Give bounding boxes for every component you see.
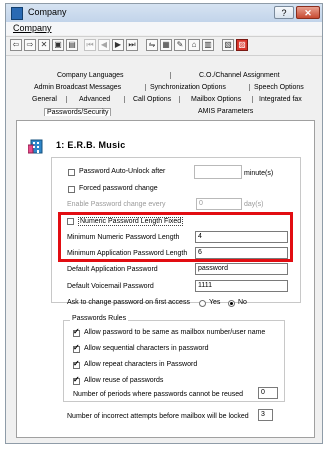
numeric-fixed-label: Numeric Password Length Fixed [78, 217, 184, 226]
tab-divider [66, 96, 67, 103]
default-vm-label: Default Voicemail Password [67, 283, 154, 290]
save-icon[interactable]: ▣ [52, 39, 64, 51]
forced-change-checkbox[interactable] [68, 186, 75, 193]
help-button[interactable]: ? [274, 6, 294, 19]
min-numeric-field[interactable]: 4 [195, 231, 288, 243]
window-title: Company [28, 7, 67, 17]
min-app-label: Minimum Application Password Length [67, 250, 188, 257]
tab-advanced[interactable]: Advanced [79, 96, 110, 103]
app-icon [11, 7, 23, 20]
edit-icon[interactable]: ✎ [174, 39, 186, 51]
enable-change-unit: day(s) [244, 201, 264, 208]
password-rules-title: Passwords Rules [70, 315, 129, 322]
tab-general[interactable]: General [32, 96, 57, 103]
min-app-field[interactable]: 6 [195, 247, 288, 259]
company-building-icon [28, 139, 43, 154]
tool-a-icon[interactable]: ⇦ [10, 39, 22, 51]
tab-co-channel[interactable]: C.O./Channel Assignment [199, 72, 280, 79]
tab-divider [179, 96, 180, 103]
default-app-field[interactable]: password [195, 263, 288, 275]
tab-admin-broadcast[interactable]: Admin Broadcast Messages [34, 84, 121, 91]
tab-integrated-fax[interactable]: Integrated fax [259, 96, 302, 103]
report-icon[interactable]: ▧ [222, 39, 234, 51]
menu-bar: Company [6, 22, 322, 35]
grid-icon[interactable]: ▦ [160, 39, 172, 51]
company-name-label: 1: E.R.B. Music [56, 140, 126, 150]
auto-unlock-checkbox[interactable] [68, 169, 75, 176]
default-app-label: Default Application Password [67, 266, 158, 273]
reuse-label: Allow reuse of passwords [84, 377, 164, 384]
ask-change-label: Ask to change password on first access [67, 299, 190, 306]
last-record-icon[interactable]: ⏭ [126, 39, 138, 51]
next-record-icon[interactable]: ▶ [112, 39, 124, 51]
tab-mailbox-options[interactable]: Mailbox Options [191, 96, 241, 103]
tab-speech-options[interactable]: Speech Options [254, 84, 304, 91]
tab-strip: Company Languages C.O./Channel Assignmen… [20, 53, 315, 121]
repeat-checkbox[interactable] [73, 359, 80, 369]
prev-record-icon[interactable]: ◀ [98, 39, 110, 51]
incorrect-attempts-label: Number of incorrect attempts before mail… [67, 413, 249, 420]
menu-company[interactable]: Company [13, 23, 52, 33]
tab-call-options[interactable]: Call Options [133, 96, 171, 103]
periods-label: Number of periods where passwords cannot… [73, 391, 244, 398]
enable-change-label: Enable Password change every [67, 201, 166, 208]
ask-yes-label: Yes [209, 299, 221, 306]
delete-icon[interactable]: ✕ [38, 39, 50, 51]
auto-unlock-label: Password Auto-Unlock after [79, 168, 166, 175]
tab-synchronization[interactable]: Synchronization Options [150, 84, 226, 91]
copy-icon[interactable]: ▤ [66, 39, 78, 51]
tab-passwords-security[interactable]: Passwords/Security [44, 108, 112, 116]
periods-field[interactable]: 0 [258, 387, 278, 399]
tab-divider [124, 96, 125, 103]
tab-divider [145, 84, 146, 91]
close-button[interactable]: ✕ [296, 6, 320, 19]
incorrect-attempts-field[interactable]: 3 [258, 409, 273, 421]
numeric-fixed-checkbox[interactable] [67, 218, 74, 225]
ask-yes-radio[interactable] [199, 300, 206, 307]
tab-divider [170, 72, 171, 79]
tab-divider [252, 96, 253, 103]
first-record-icon[interactable]: ⏮ [84, 39, 96, 51]
swap-icon[interactable]: ⇋ [146, 39, 158, 51]
same-as-mailbox-label: Allow password to be same as mailbox num… [84, 329, 266, 336]
default-vm-field[interactable]: 1111 [195, 280, 288, 292]
enable-change-field[interactable]: 0 [196, 198, 242, 210]
reuse-checkbox[interactable] [73, 375, 80, 385]
list-icon[interactable]: ▥ [202, 39, 214, 51]
tab-company-languages[interactable]: Company Languages [57, 72, 124, 79]
ask-no-radio[interactable] [228, 300, 235, 307]
tool-b-icon[interactable]: ⇨ [24, 39, 36, 51]
home-icon[interactable]: ⌂ [188, 39, 200, 51]
title-bar: Company ? ✕ [6, 4, 322, 23]
sequential-checkbox[interactable] [73, 343, 80, 353]
auto-unlock-field[interactable] [194, 165, 242, 179]
flag-icon[interactable]: ▨ [236, 39, 248, 51]
auto-unlock-unit: minute(s) [244, 170, 274, 177]
repeat-label: Allow repeat characters in Password [84, 361, 198, 368]
tab-divider [249, 84, 250, 91]
sequential-label: Allow sequential characters in password [84, 345, 209, 352]
forced-change-label: Forced password change [79, 185, 158, 192]
same-as-mailbox-checkbox[interactable] [73, 327, 80, 337]
tab-amis-parameters[interactable]: AMIS Parameters [198, 108, 253, 115]
min-numeric-label: Minimum Numeric Password Length [67, 234, 180, 241]
ask-no-label: No [238, 299, 247, 306]
